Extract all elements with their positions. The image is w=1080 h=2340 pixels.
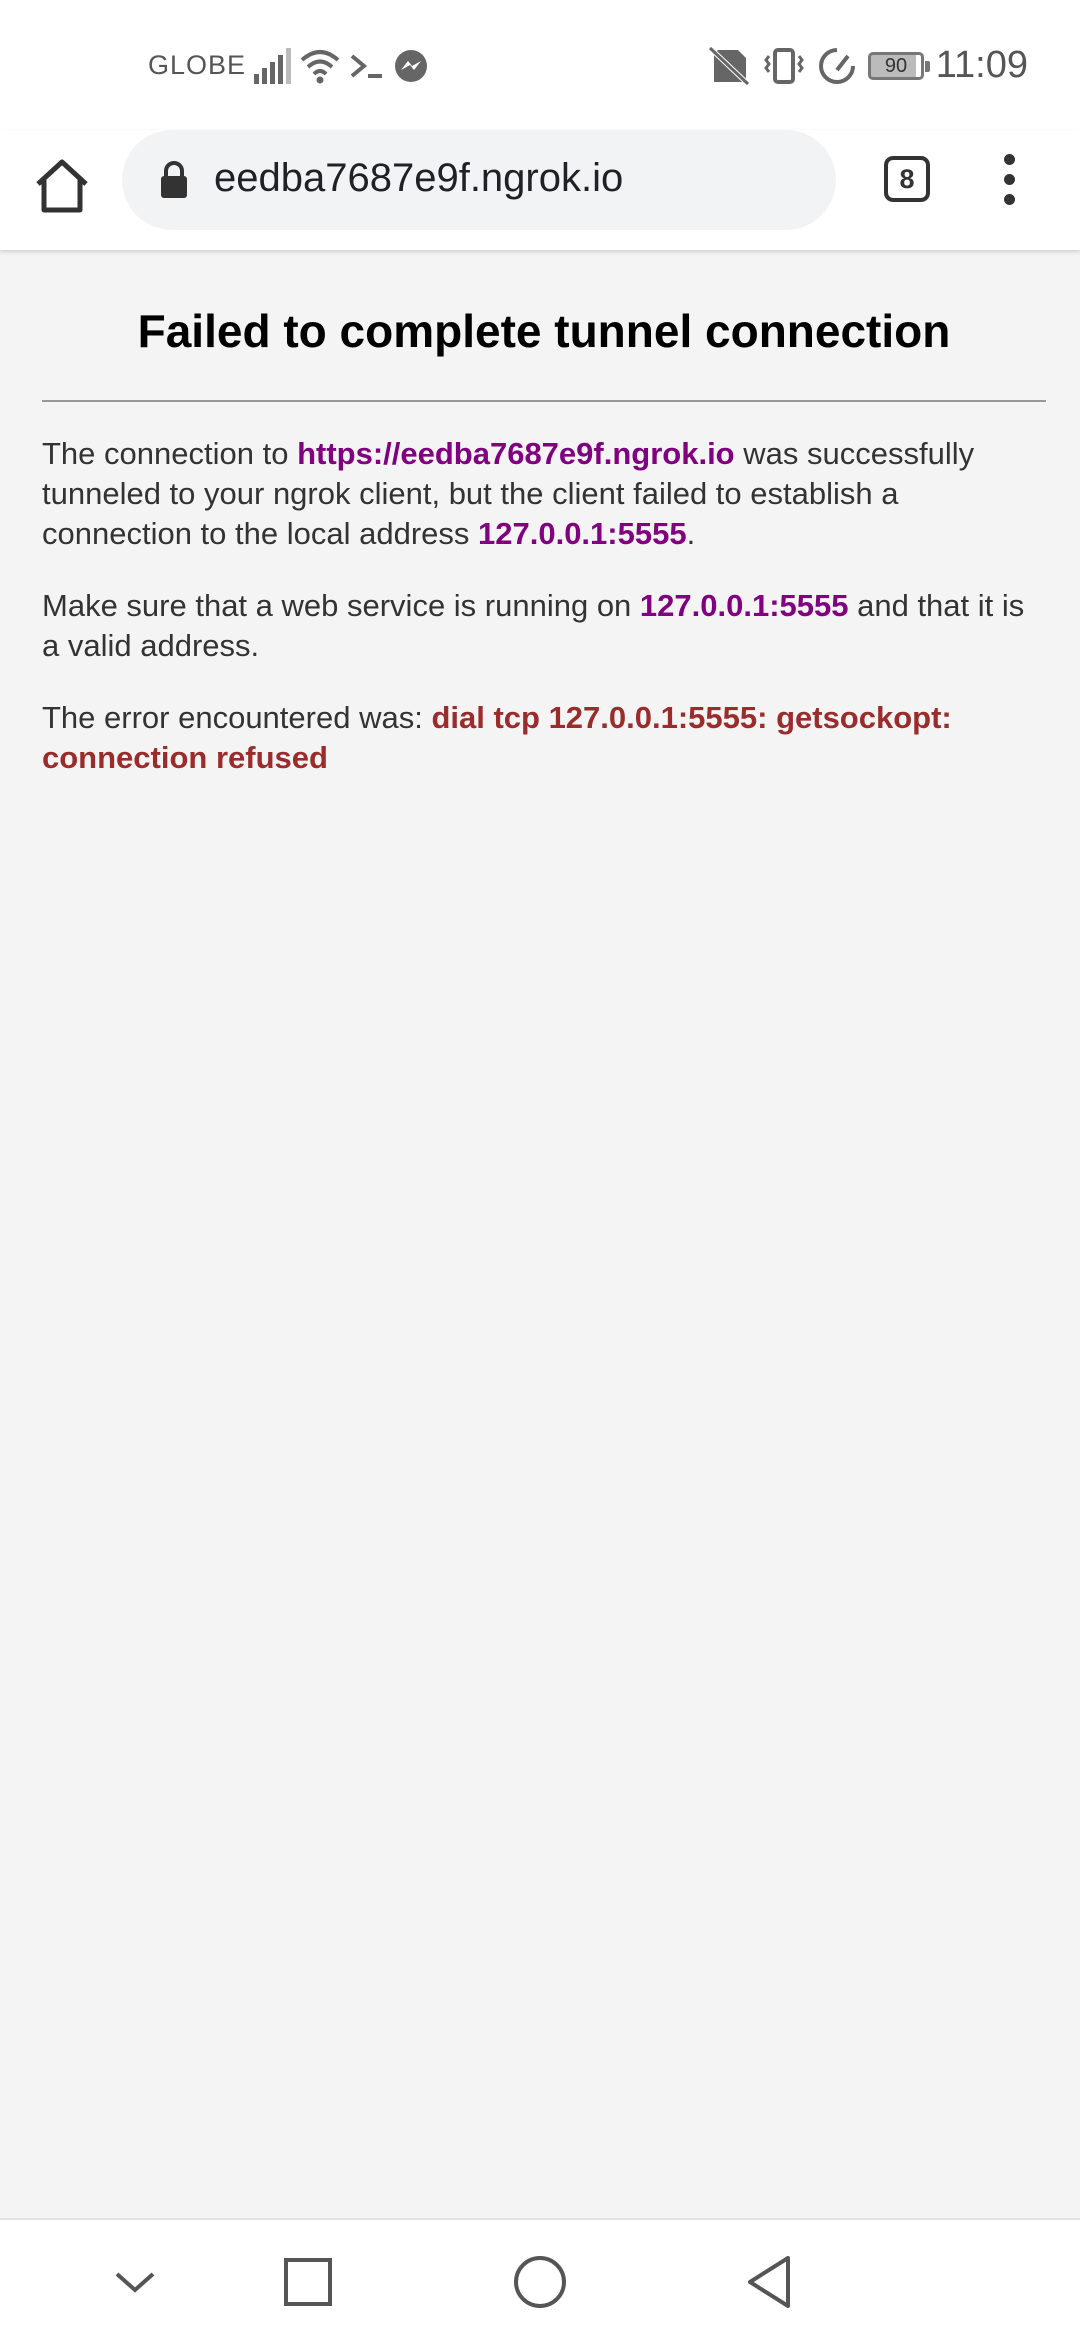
local-address: 127.0.0.1:5555 [639,588,849,623]
clock: 11:09 [935,44,1028,86]
url-bar[interactable]: eedba7687e9f.ngrok.io [122,130,836,230]
status-bar: GLOBE 90 11:09 [0,0,1080,130]
recents-square-icon[interactable] [276,2250,340,2314]
messenger-icon [395,50,427,82]
more-options-icon[interactable] [990,152,1030,212]
lock-icon [161,161,187,198]
url-text: eedba7687e9f.ngrok.io [214,156,624,200]
error-paragraph: The error encountered was: dial tcp 127.… [42,700,952,775]
browser-toolbar: eedba7687e9f.ngrok.io 8 [0,130,1080,250]
system-nav-bar [0,2218,1080,2340]
divider [42,400,1046,402]
page-content: Failed to complete tunnel connection The… [42,290,1046,810]
no-sim-icon [708,46,750,86]
terminal-icon [350,54,382,78]
tunnel-url: https://eedba7687e9f.ngrok.io [297,436,735,471]
connection-paragraph: The connection to https://eedba7687e9f.n… [42,436,975,551]
carrier-label: GLOBE [148,50,247,80]
tab-switcher-button[interactable]: 8 [884,156,930,202]
back-triangle-icon[interactable] [738,2250,802,2314]
wifi-icon [300,50,340,84]
local-address: 127.0.0.1:5555 [478,516,687,551]
signal-icon [254,48,291,84]
home-icon[interactable] [30,154,94,218]
page-title: Failed to complete tunnel connection [137,305,951,357]
data-saver-icon [819,48,855,84]
advice-paragraph: Make sure that a web service is running … [42,588,1025,663]
home-circle-icon[interactable] [508,2250,572,2314]
battery-icon: 90 [868,52,930,80]
chevron-down-icon[interactable] [103,2250,167,2314]
vibrate-icon [764,48,804,84]
